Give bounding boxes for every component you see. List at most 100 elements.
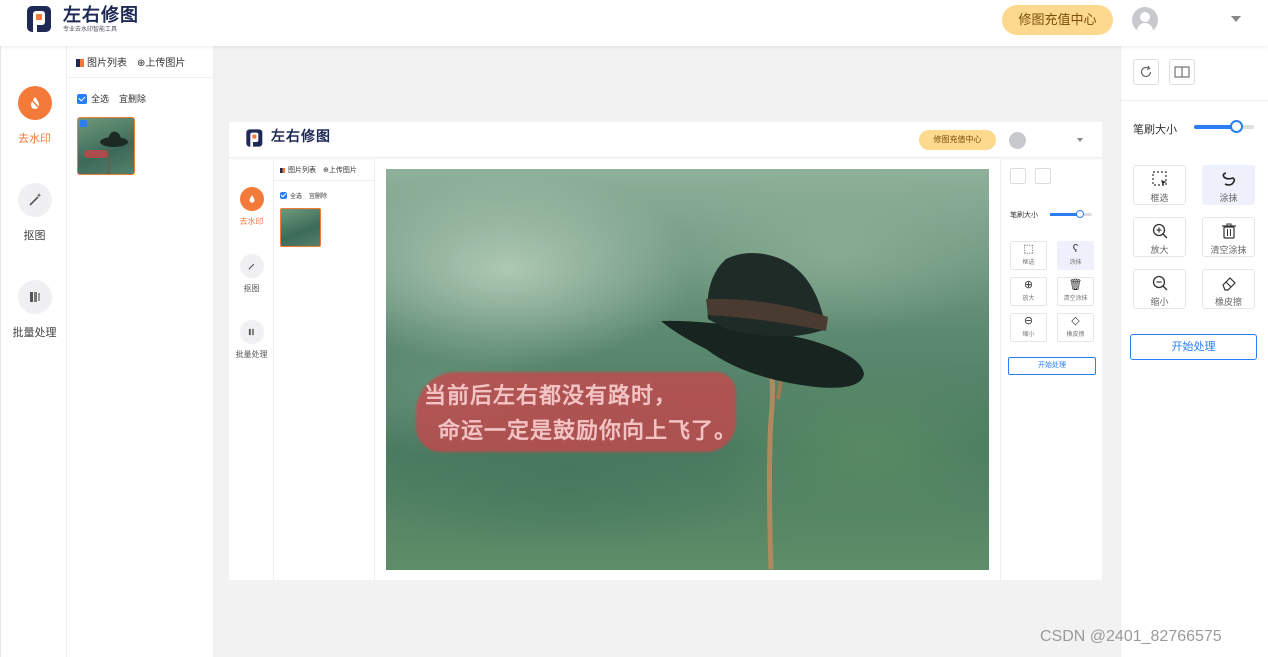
inner-nav-label: 抠图 xyxy=(243,284,260,293)
inner-select-all: 全选 xyxy=(290,194,303,200)
brush-size-label: 笔刷大小 xyxy=(1133,124,1177,136)
droplet-slash-icon xyxy=(17,86,52,120)
inner-header: 左右修图 修图充值中心 xyxy=(229,122,1102,158)
nav-item-cutout[interactable]: 抠图 xyxy=(1,183,68,243)
tool-label: 清空涂抹 xyxy=(1210,245,1247,255)
tool-label: 橡皮擦 xyxy=(1214,297,1242,307)
inner-select-row: 全选 宜删除 xyxy=(280,191,327,200)
inner-nav-item: 抠图 xyxy=(229,254,274,294)
zoom-out-icon xyxy=(1152,275,1167,291)
inner-wand-icon xyxy=(239,254,264,278)
zoom-out-button[interactable]: 缩小 xyxy=(1133,269,1186,309)
zoom-in-button[interactable]: 放大 xyxy=(1133,217,1186,257)
box-select-icon xyxy=(1151,171,1167,186)
caption-line-2: 命运一定是鼓励你向上飞了。 xyxy=(438,418,738,443)
inner-stack-icon xyxy=(239,320,264,344)
inner-chevron-down-icon xyxy=(1077,138,1083,142)
inner-tool: ⊖ 缩小 xyxy=(1010,313,1047,342)
list-icon xyxy=(76,59,84,67)
inner-list-panel: 图片列表 ⊕上传图片 全选 宜删除 xyxy=(274,159,375,580)
inner-nav-item: 批量处理 xyxy=(229,320,274,360)
nav-item-remove-watermark[interactable]: 去水印 xyxy=(1,86,68,146)
inner-brush-label: 笔刷大小 xyxy=(1010,212,1038,219)
inner-nav: 去水印 抠图 批量处理 xyxy=(229,159,274,580)
select-all-label[interactable]: 全选 xyxy=(91,92,109,105)
inner-tool: ◇ 橡皮擦 xyxy=(1057,313,1094,342)
divider xyxy=(1121,100,1268,101)
photo-preview: 当前后左右都没有路时， 命运一定是鼓励你向上飞了。 xyxy=(386,169,989,570)
refresh-icon xyxy=(1140,65,1152,78)
zoom-in-icon xyxy=(1152,223,1167,239)
split-view-icon xyxy=(1174,66,1190,78)
list-tabs: 图片列表 ⊕上传图片 xyxy=(67,46,213,78)
inner-delete: 宜删除 xyxy=(309,194,328,200)
logo-icon xyxy=(25,4,55,34)
inner-tool: ⬚ 框选 xyxy=(1010,241,1047,270)
brand-name: 左右修图 xyxy=(63,5,139,25)
eraser-button[interactable]: 橡皮擦 xyxy=(1202,269,1255,309)
inner-avatar xyxy=(1009,132,1026,149)
inner-droplet-icon xyxy=(239,187,264,211)
clear-smear-button[interactable]: 清空涂抹 xyxy=(1202,217,1255,257)
magic-wand-icon xyxy=(17,183,52,217)
inner-nav-label: 批量处理 xyxy=(235,350,268,359)
inner-brand-name: 左右修图 xyxy=(271,128,331,144)
tab-upload-image[interactable]: ⊕上传图片 xyxy=(137,54,185,69)
tool-label: 缩小 xyxy=(1150,297,1169,307)
inner-brand-logo: 左右修图 xyxy=(245,128,331,148)
chevron-down-icon[interactable] xyxy=(1231,16,1241,22)
stack-icon xyxy=(17,280,52,314)
box-select-button[interactable]: 框选 xyxy=(1133,165,1186,205)
left-nav: 去水印 抠图 批量处理 xyxy=(0,46,67,657)
start-processing-button[interactable]: 开始处理 xyxy=(1130,334,1257,360)
inner-recharge-button: 修图充值中心 xyxy=(919,130,996,150)
tool-label: 放大 xyxy=(1150,245,1169,255)
smear-button[interactable]: 涂抹 xyxy=(1202,165,1255,205)
brush-size-slider[interactable] xyxy=(1194,120,1254,133)
top-tool-row xyxy=(1133,59,1195,85)
select-row: 全选 宜删除 xyxy=(77,92,146,105)
nav-item-batch[interactable]: 批量处理 xyxy=(1,280,68,340)
tab-image-list[interactable]: 图片列表 xyxy=(76,54,127,69)
select-all-checkbox[interactable] xyxy=(77,93,87,104)
trash-icon xyxy=(1221,223,1236,239)
inner-start-button: 开始处理 xyxy=(1008,357,1096,375)
nav-label: 抠图 xyxy=(23,230,46,242)
inner-refresh-icon xyxy=(1010,168,1026,184)
caption-line-1: 当前后左右都没有路时， xyxy=(424,383,678,408)
inner-nav-item: 去水印 xyxy=(229,187,274,227)
lasso-icon xyxy=(1222,172,1235,186)
inner-tool: ʕ 涂抹 xyxy=(1057,241,1094,270)
brand-logo[interactable]: 左右修图 专业去水印智能工具 xyxy=(25,4,139,34)
watermark-text: CSDN @2401_82766575 xyxy=(1040,628,1222,645)
tool-label: 框选 xyxy=(1150,193,1169,203)
canvas-image[interactable]: 左右修图 修图充值中心 去水印 抠图 批量处理 图片列表 ⊕上传图片 全选 宜删… xyxy=(229,122,1102,580)
user-avatar[interactable] xyxy=(1132,7,1158,33)
nav-label: 批量处理 xyxy=(12,327,57,339)
recharge-center-button[interactable]: 修图充值中心 xyxy=(1002,5,1113,35)
inner-tab-upload: ⊕上传图片 xyxy=(323,166,357,174)
inner-tool: 🗑 清空涂抹 xyxy=(1057,277,1094,306)
hat-on-stick-illustration xyxy=(661,253,864,570)
inner-brush-slider xyxy=(1050,210,1092,218)
eraser-icon xyxy=(1221,277,1236,291)
slider-handle[interactable] xyxy=(1230,120,1243,133)
inner-checkbox xyxy=(280,192,287,199)
inner-tool-panel: 笔刷大小 ⬚ 框选 ʕ 涂抹 ⊕ 放大 🗑 清空涂抹 ⊖ 缩小 ◇ 橡皮擦 开始处理 xyxy=(1000,159,1102,580)
nav-label: 去水印 xyxy=(18,133,51,145)
refresh-button[interactable] xyxy=(1133,59,1159,85)
inner-tabs: 图片列表 ⊕上传图片 xyxy=(274,159,374,181)
inner-thumbnail xyxy=(280,208,321,247)
image-list-panel: 图片列表 ⊕上传图片 全选 宜删除 xyxy=(67,46,214,657)
tool-panel: 笔刷大小 框选 涂抹 放大 清空涂抹 缩小 橡皮擦 开始处理 xyxy=(1120,46,1268,657)
inner-nav-label: 去水印 xyxy=(239,217,264,226)
inner-list-icon xyxy=(280,167,285,173)
image-thumbnail[interactable] xyxy=(77,117,135,175)
inner-tab-list: 图片列表 xyxy=(280,165,316,175)
delete-button[interactable]: 宜删除 xyxy=(119,92,146,105)
inner-logo-icon xyxy=(246,129,263,147)
compare-button[interactable] xyxy=(1169,59,1195,85)
inner-split-icon xyxy=(1035,168,1051,184)
app-header: 左右修图 专业去水印智能工具 修图充值中心 xyxy=(0,0,1268,46)
inner-tool: ⊕ 放大 xyxy=(1010,277,1047,306)
